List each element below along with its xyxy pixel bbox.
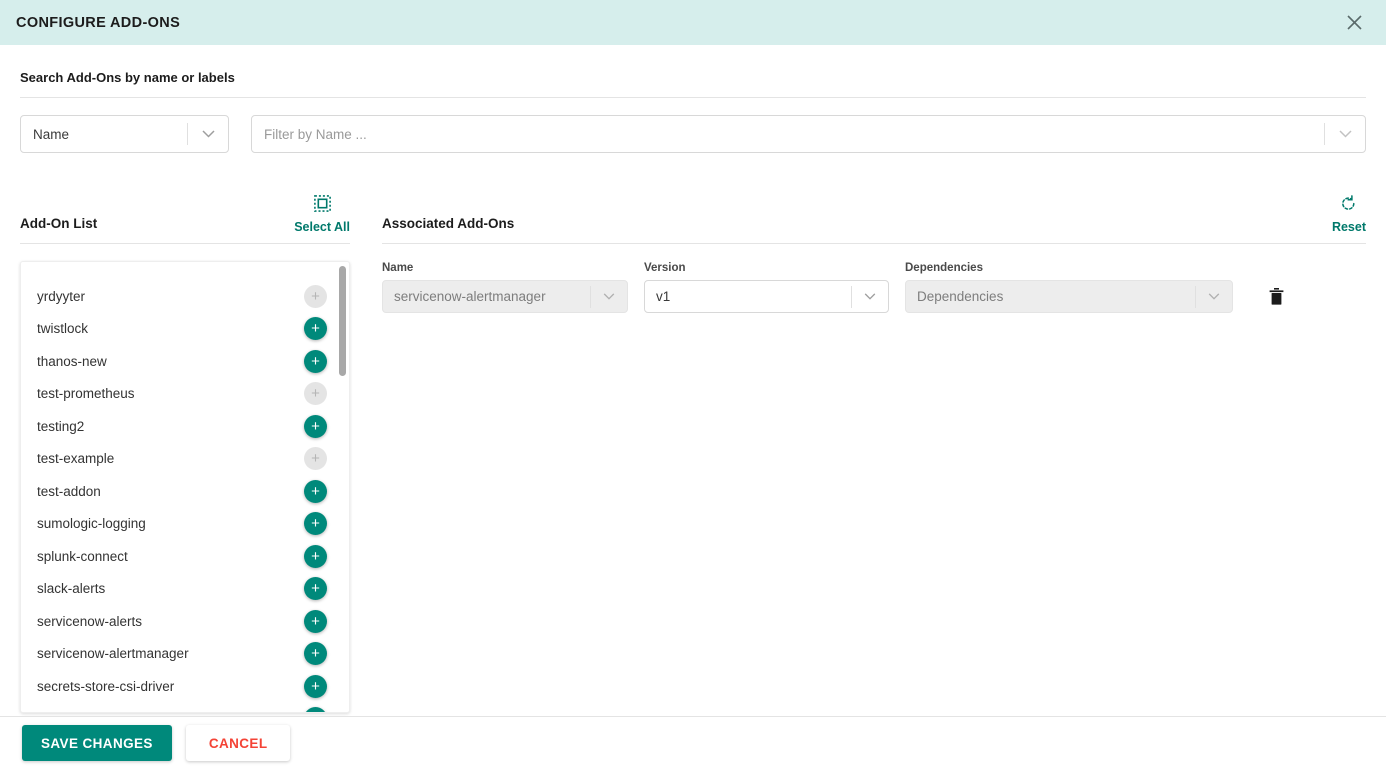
list-item[interactable]: yrdyyter +	[21, 280, 349, 313]
list-item-label: servicenow-alertmanager	[37, 646, 189, 662]
list-item[interactable]: servicenow-alerts +	[21, 605, 349, 638]
add-on-list-scroll[interactable]: yrdyyter + twistlock + thanos-new + test-prome…	[21, 262, 349, 712]
search-type-value: Name	[33, 126, 70, 142]
modal-header: CONFIGURE ADD-ONS	[0, 0, 1386, 45]
version-field: Version v1	[644, 262, 889, 313]
list-item[interactable]: servicenow-alertmanager +	[21, 638, 349, 671]
list-item-label: slack-alerts	[37, 581, 106, 597]
list-item[interactable]: +	[21, 703, 349, 712]
add-add-on-button[interactable]: +	[304, 414, 327, 438]
search-filter-input[interactable]: Filter by Name ...	[251, 115, 1366, 153]
add-add-on-button[interactable]: +	[304, 512, 327, 536]
add-add-on-button[interactable]: +	[304, 674, 327, 698]
add-add-on-button[interactable]: +	[304, 317, 327, 341]
reset-button[interactable]: Reset	[1331, 194, 1366, 234]
chevron-down-icon	[1196, 293, 1232, 300]
add-add-on-button[interactable]: +	[304, 609, 327, 633]
list-item-label: testing2	[37, 418, 85, 434]
add-add-on-button[interactable]: +	[304, 577, 327, 601]
add-on-list-panel: Add-On List Select All yrdyyter + twistloc…	[20, 189, 350, 713]
associated-add-ons-header: Associated Add-Ons Reset	[382, 189, 1366, 233]
list-item-label: servicenow-alerts	[37, 613, 143, 629]
list-item[interactable]: test-prometheus +	[21, 378, 349, 411]
search-section: Search Add-Ons by name or labels Name Fi…	[0, 45, 1386, 153]
select-all-button[interactable]: Select All	[294, 194, 350, 234]
dependencies-label: Dependencies	[905, 262, 983, 274]
dependencies-field: Dependencies Dependencies	[905, 262, 1233, 313]
list-item[interactable]: test-example +	[21, 443, 349, 476]
add-add-on-button: +	[304, 447, 327, 471]
page-title: CONFIGURE ADD-ONS	[16, 14, 181, 31]
select-all-icon	[313, 194, 331, 216]
associated-add-ons-panel: Associated Add-Ons Reset Name servicenow-…	[382, 189, 1366, 713]
associated-add-ons-title: Associated Add-Ons	[382, 216, 515, 231]
add-add-on-button[interactable]: +	[304, 642, 327, 666]
dependencies-select: Dependencies	[905, 280, 1233, 313]
list-item[interactable]: sumologic-logging +	[21, 508, 349, 541]
name-label: Name	[382, 262, 414, 274]
list-item[interactable]: twistlock +	[21, 313, 349, 346]
name-select: servicenow-alertmanager	[382, 280, 628, 313]
select-all-label: Select All	[294, 219, 350, 234]
name-value: servicenow-alertmanager	[394, 289, 546, 304]
list-item-label: splunk-connect	[37, 548, 128, 564]
dependencies-value: Dependencies	[917, 289, 1004, 304]
add-on-list-title: Add-On List	[20, 216, 98, 231]
save-changes-button[interactable]: SAVE CHANGES	[22, 725, 172, 761]
filter-row: Name Filter by Name ...	[20, 98, 1366, 153]
associated-add-on-row: Name servicenow-alertmanager Version v1 Depe…	[382, 262, 1366, 313]
list-item-label: test-prometheus	[37, 386, 135, 402]
list-item[interactable]: slack-alerts +	[21, 573, 349, 606]
list-item-label: yrdyyter	[37, 288, 86, 304]
footer-actions: SAVE CHANGES CANCEL	[22, 725, 291, 761]
reset-icon	[1340, 194, 1357, 216]
name-field: Name servicenow-alertmanager	[382, 262, 628, 313]
chevron-down-icon[interactable]	[1325, 130, 1365, 138]
cancel-button[interactable]: CANCEL	[185, 725, 291, 761]
list-item-label: test-example	[37, 451, 115, 467]
add-on-list-card: yrdyyter + twistlock + thanos-new + test-prome…	[20, 261, 350, 713]
chevron-down-icon	[591, 293, 627, 300]
trash-icon[interactable]	[1259, 280, 1293, 313]
add-add-on-button: +	[304, 284, 327, 308]
version-select[interactable]: v1	[644, 280, 889, 313]
version-label: Version	[644, 262, 686, 274]
close-icon[interactable]	[1340, 9, 1368, 37]
footer-divider	[0, 716, 1386, 717]
add-on-list-divider	[20, 243, 350, 244]
search-type-select[interactable]: Name	[20, 115, 229, 153]
list-item-label: test-addon	[37, 483, 101, 499]
add-add-on-button[interactable]: +	[304, 544, 327, 568]
add-add-on-button[interactable]: +	[304, 349, 327, 373]
list-item[interactable]: test-addon +	[21, 475, 349, 508]
list-item-label: thanos-new	[37, 353, 107, 369]
list-item[interactable]: secrets-store-csi-driver +	[21, 670, 349, 703]
list-item-label: secrets-store-csi-driver	[37, 678, 175, 694]
associated-add-ons-rows: Name servicenow-alertmanager Version v1 Depe…	[382, 262, 1366, 313]
scrollbar-thumb[interactable]	[339, 266, 346, 376]
search-filter-placeholder: Filter by Name ...	[264, 126, 367, 142]
add-on-list-header: Add-On List Select All	[20, 189, 350, 233]
add-add-on-button[interactable]: +	[304, 707, 327, 712]
search-section-label: Search Add-Ons by name or labels	[20, 70, 235, 85]
version-value: v1	[656, 289, 671, 304]
list-item[interactable]: testing2 +	[21, 410, 349, 443]
list-item-label: twistlock	[37, 321, 89, 337]
add-add-on-button: +	[304, 382, 327, 406]
associated-add-ons-divider	[382, 243, 1366, 244]
add-add-on-button[interactable]: +	[304, 479, 327, 503]
reset-label: Reset	[1331, 219, 1366, 234]
panels-container: Add-On List Select All yrdyyter + twistloc…	[0, 189, 1386, 713]
add-on-list-scrollbar[interactable]	[339, 262, 346, 712]
list-item[interactable]: splunk-connect +	[21, 540, 349, 573]
chevron-down-icon[interactable]	[852, 293, 888, 300]
chevron-down-icon[interactable]	[188, 130, 228, 138]
list-item[interactable]: thanos-new +	[21, 345, 349, 378]
list-item-label: sumologic-logging	[37, 516, 146, 532]
